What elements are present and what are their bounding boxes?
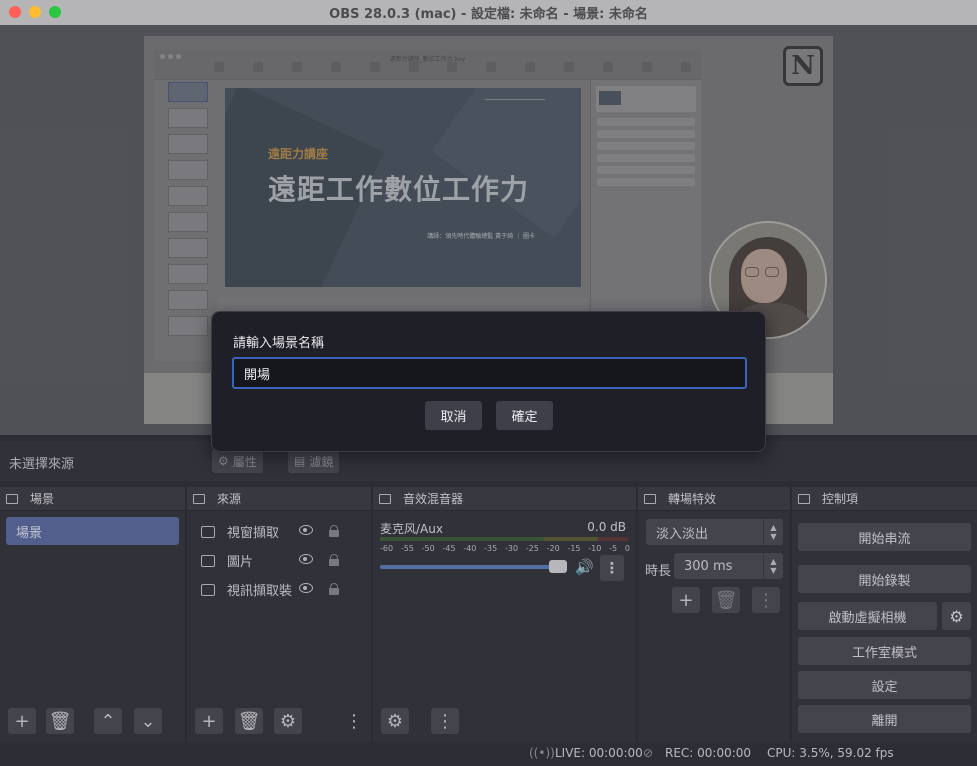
ok-button[interactable]: 確定 bbox=[496, 401, 553, 430]
title-bar: OBS 28.0.3 (mac) - 設定檔: 未命名 - 場景: 未命名 bbox=[0, 0, 977, 25]
ok-button-label: 確定 bbox=[511, 410, 538, 425]
window-title: OBS 28.0.3 (mac) - 設定檔: 未命名 - 場景: 未命名 bbox=[329, 7, 648, 22]
cancel-button-label: 取消 bbox=[440, 410, 467, 425]
scene-name-dialog: 請輸入場景名稱 取消 確定 bbox=[211, 311, 766, 452]
window-controls bbox=[9, 6, 61, 18]
cancel-button[interactable]: 取消 bbox=[425, 401, 482, 430]
minimize-window-button[interactable] bbox=[29, 6, 41, 18]
maximize-window-button[interactable] bbox=[49, 6, 61, 18]
dialog-prompt: 請輸入場景名稱 bbox=[233, 336, 325, 351]
close-window-button[interactable] bbox=[9, 6, 21, 18]
scene-name-input[interactable] bbox=[232, 357, 747, 389]
